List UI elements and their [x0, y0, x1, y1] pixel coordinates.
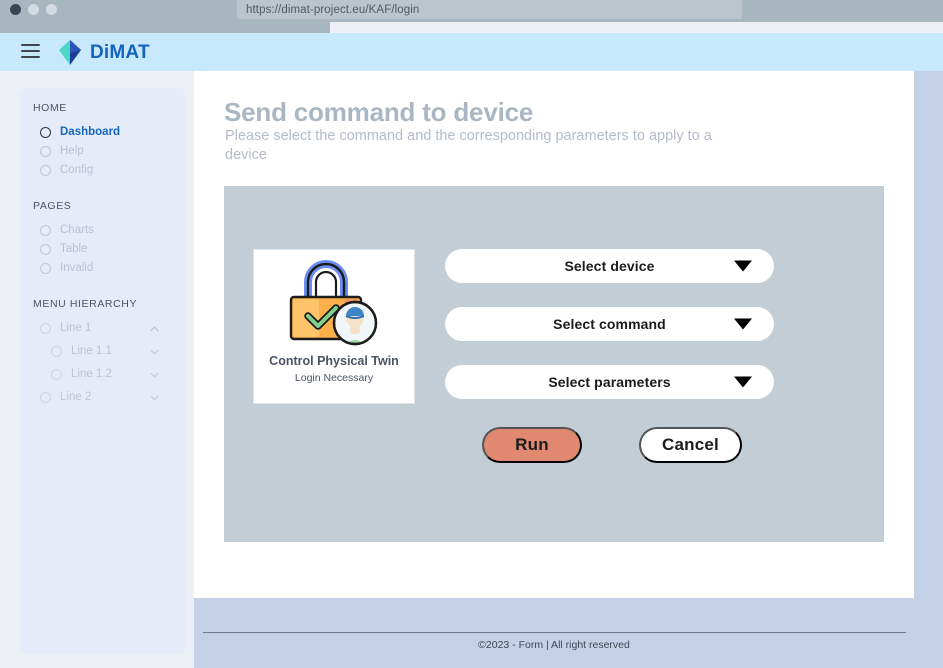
right-edge-strip [914, 71, 943, 668]
brand-logo[interactable]: DiMAT [57, 39, 150, 66]
radio-indicator-icon [40, 263, 51, 274]
command-form-panel: Control Physical Twin Login Necessary Se… [224, 186, 884, 542]
page-subtitle: Please select the command and the corres… [225, 128, 712, 163]
brand-name: DiMAT [90, 42, 150, 63]
chevron-down-icon [734, 318, 752, 330]
sidebar-item-label: Help [60, 144, 84, 157]
select-command-label: Select command [553, 316, 666, 332]
address-bar-url: https://dimat-project.eu/KAF/login [246, 3, 420, 16]
radio-indicator-icon [40, 392, 51, 403]
run-button[interactable]: Run [482, 427, 582, 463]
page-footer: ©2023 - Form | All right reserved [194, 598, 914, 668]
chevron-down-icon [734, 376, 752, 388]
sidebar-item-invalid[interactable]: Invalid [20, 259, 185, 278]
sidebar-item-label: Charts [60, 223, 94, 236]
radio-indicator-icon [40, 244, 51, 255]
sidebar-item-line-1-1[interactable]: Line 1.1 [20, 342, 185, 361]
hamburger-icon[interactable] [21, 44, 40, 59]
app-header: DiMAT [0, 33, 943, 71]
sidebar-item-line-2[interactable]: Line 2 [20, 388, 185, 407]
app-window: https://dimat-project.eu/KAF/login DiMAT… [0, 0, 943, 668]
browser-tabstrip-filler [0, 22, 330, 33]
sidebar-item-help[interactable]: Help [20, 142, 185, 161]
footer-copyright: ©2023 - Form | All right reserved [478, 639, 630, 651]
radio-indicator-icon [51, 369, 62, 380]
window-minimize-dot[interactable] [28, 4, 39, 15]
control-physical-twin-card[interactable]: Control Physical Twin Login Necessary [253, 249, 415, 404]
cancel-button[interactable]: Cancel [639, 427, 742, 463]
select-parameters-dropdown[interactable]: Select parameters [445, 365, 774, 399]
dimat-diamond-icon [59, 40, 81, 65]
sidebar-item-label: Line 2 [60, 390, 92, 403]
sidebar-item-line-1-2[interactable]: Line 1.2 [20, 365, 185, 384]
address-bar[interactable]: https://dimat-project.eu/KAF/login [237, 0, 742, 19]
sidebar-item-table[interactable]: Table [20, 240, 185, 259]
form-actions: Run Cancel [482, 427, 742, 463]
window-maximize-dot[interactable] [46, 4, 57, 15]
select-command-dropdown[interactable]: Select command [445, 307, 774, 341]
sidebar-item-label: Line 1.1 [71, 344, 112, 357]
radio-indicator-icon [40, 146, 51, 157]
chevron-down-icon[interactable] [150, 347, 159, 356]
select-device-label: Select device [564, 258, 655, 274]
radio-indicator-icon [40, 225, 51, 236]
select-parameters-label: Select parameters [548, 374, 671, 390]
sidebar-item-label: Table [60, 242, 88, 255]
sidebar: HOME Dashboard Help Config PAGES Charts [20, 88, 185, 655]
footer-left-filler [0, 655, 194, 668]
sidebar-group-menu-hierarchy: MENU HIERARCHY Line 1 Line 1.1 Line 1.2 [20, 298, 185, 407]
sidebar-item-label: Line 1.2 [71, 367, 112, 380]
select-device-dropdown[interactable]: Select device [445, 249, 774, 283]
select-group: Select device Select command Select para… [445, 249, 774, 423]
sidebar-section-title-pages: PAGES [33, 200, 72, 212]
window-close-dot[interactable] [10, 4, 21, 15]
sidebar-item-label: Config [60, 163, 94, 176]
sidebar-item-dashboard[interactable]: Dashboard [20, 123, 185, 142]
sidebar-section-title-hierarchy: MENU HIERARCHY [33, 298, 138, 310]
footer-divider [203, 632, 906, 633]
sidebar-item-line-1[interactable]: Line 1 [20, 319, 185, 338]
card-title: Control Physical Twin [269, 354, 399, 368]
sidebar-item-charts[interactable]: Charts [20, 221, 185, 240]
sidebar-item-label: Invalid [60, 261, 94, 274]
window-controls [10, 4, 57, 15]
chevron-down-icon [734, 260, 752, 272]
padlock-check-user-icon [289, 260, 378, 346]
chevron-up-icon[interactable] [150, 324, 159, 333]
chevron-down-icon[interactable] [150, 370, 159, 379]
radio-indicator-icon [40, 127, 51, 138]
sidebar-item-label: Dashboard [60, 125, 121, 138]
card-subtitle: Login Necessary [294, 372, 374, 384]
sidebar-item-config[interactable]: Config [20, 161, 185, 180]
sidebar-section-title-home: HOME [33, 102, 67, 114]
main-content: Send command to device Please select the… [194, 71, 914, 598]
chevron-down-icon[interactable] [150, 393, 159, 402]
radio-indicator-icon [51, 346, 62, 357]
sidebar-group-pages: PAGES Charts Table Invalid [20, 200, 185, 278]
radio-indicator-icon [40, 323, 51, 334]
sidebar-group-home: HOME Dashboard Help Config [20, 102, 185, 180]
page-title: Send command to device [224, 97, 534, 127]
radio-indicator-icon [40, 165, 51, 176]
sidebar-item-label: Line 1 [60, 321, 92, 334]
